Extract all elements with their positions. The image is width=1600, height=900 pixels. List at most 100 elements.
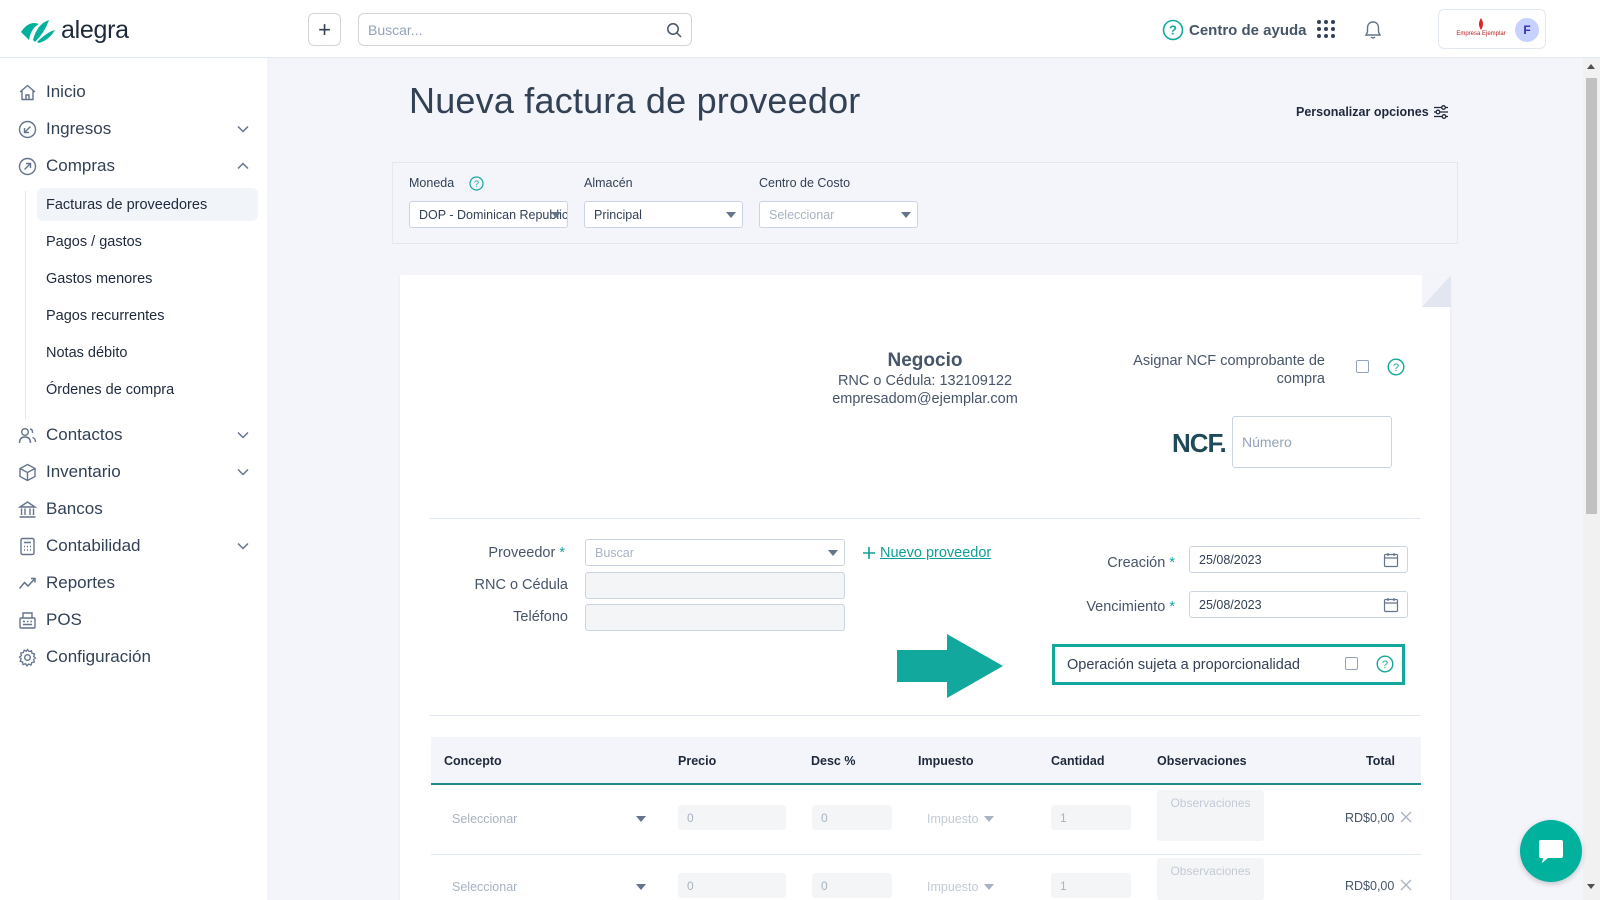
sidebar-item-pos[interactable]: POS <box>18 607 250 633</box>
business-email: empresadom@ejemplar.com <box>832 391 1018 407</box>
accounting-icon <box>20 537 35 555</box>
column-header-cantidad: Cantidad <box>1051 754 1105 768</box>
submenu-guide-line <box>25 191 26 419</box>
sidebar-item-label: Inicio <box>46 82 86 101</box>
row-price-input[interactable]: 0 <box>678 873 786 898</box>
row-divider <box>431 854 1421 855</box>
sidebar-item-contabilidad[interactable]: Contabilidad <box>18 533 250 559</box>
chevron-down-icon[interactable] <box>236 539 250 553</box>
row-tax-select[interactable]: Impuesto <box>927 812 978 826</box>
warehouse-label: Almacén <box>584 176 633 190</box>
caret-down-icon[interactable] <box>636 884 646 890</box>
sidebar-subitem-pagos-gastos[interactable]: Pagos / gastos <box>37 225 258 258</box>
customize-options-label: Personalizar opciones <box>1296 105 1429 119</box>
svg-text:?: ? <box>1382 659 1388 671</box>
help-circle-icon[interactable]: ? <box>469 176 484 191</box>
quick-add-button[interactable]: + <box>308 13 341 46</box>
row-concept-select[interactable]: Seleccionar <box>452 880 517 894</box>
sidebar-subitem-gastos-menores[interactable]: Gastos menores <box>37 262 258 295</box>
sidebar-item-configuracion[interactable]: Configuración <box>18 644 250 670</box>
warehouse-select[interactable]: Principal <box>584 201 743 228</box>
row-discount-input[interactable]: 0 <box>812 805 892 830</box>
scroll-up-arrow-icon[interactable] <box>1587 64 1595 69</box>
close-icon[interactable] <box>1400 811 1412 823</box>
sidebar-item-compras[interactable]: Compras <box>18 153 250 179</box>
search-icon[interactable] <box>666 22 682 38</box>
provider-label: Proveedor * <box>480 545 565 561</box>
sidebar-item-label: Configuración <box>46 647 151 666</box>
row-quantity-input[interactable]: 1 <box>1051 805 1131 830</box>
cost-center-select[interactable]: Seleccionar <box>759 201 918 228</box>
required-mark: * <box>559 545 565 561</box>
apps-grid-icon[interactable] <box>1316 19 1336 39</box>
brand-name: alegra <box>61 16 129 44</box>
vertical-scrollbar[interactable] <box>1583 58 1600 900</box>
cost-center-label: Centro de Costo <box>759 176 851 190</box>
caret-down-icon[interactable] <box>636 816 646 822</box>
chevron-up-icon[interactable] <box>236 159 250 173</box>
chevron-down-icon[interactable] <box>236 428 250 442</box>
due-date-input[interactable]: 25/08/2023 <box>1189 591 1408 618</box>
assign-ncf-checkbox[interactable] <box>1356 360 1369 373</box>
new-provider-label: Nuevo proveedor <box>880 545 992 561</box>
sidebar-subitem-pagos-recurrentes[interactable]: Pagos recurrentes <box>37 299 258 332</box>
new-provider-link[interactable]: Nuevo proveedor <box>862 545 991 561</box>
created-date-input[interactable]: 25/08/2023 <box>1189 546 1408 573</box>
company-switcher[interactable]: Empresa Ejemplar F <box>1438 9 1546 49</box>
provider-select[interactable]: Buscar <box>585 539 845 566</box>
sidebar-subitem-ordenes-compra[interactable]: Órdenes de compra <box>37 373 258 406</box>
created-date-value: 25/08/2023 <box>1199 552 1262 567</box>
sidebar-subitem-notas-debito[interactable]: Notas débito <box>37 336 258 369</box>
calendar-icon[interactable] <box>1383 597 1399 613</box>
sidebar-subitem-facturas-proveedores[interactable]: Facturas de proveedores <box>37 188 258 221</box>
help-circle-icon[interactable]: ? <box>1376 655 1394 673</box>
rnc-input[interactable] <box>585 572 845 599</box>
sidebar-item-reportes[interactable]: Reportes <box>18 570 250 596</box>
customize-options-button[interactable]: Personalizar opciones <box>1296 104 1449 120</box>
help-circle-icon: ? <box>1162 19 1184 41</box>
sidebar-item-contactos[interactable]: Contactos <box>18 422 250 448</box>
scroll-down-arrow-icon[interactable] <box>1587 884 1595 889</box>
caret-down-icon <box>551 212 561 218</box>
assign-ncf-label: Asignar NCF comprobante de compra <box>1133 353 1325 387</box>
phone-input[interactable] <box>585 604 845 631</box>
required-mark: * <box>1169 555 1175 571</box>
help-center-link[interactable]: ? Centro de ayuda <box>1162 19 1307 41</box>
rnc-label: RNC o Cédula <box>474 577 569 593</box>
scrollbar-thumb[interactable] <box>1586 78 1597 514</box>
row-tax-select[interactable]: Impuesto <box>927 880 978 894</box>
alegra-logo[interactable]: alegra <box>19 16 129 45</box>
row-price-input[interactable]: 0 <box>678 805 786 830</box>
calendar-icon[interactable] <box>1383 552 1399 568</box>
caret-down-icon[interactable] <box>984 884 994 890</box>
row-notes-input[interactable]: Observaciones <box>1157 858 1264 900</box>
column-header-impuesto: Impuesto <box>918 754 974 768</box>
bank-icon <box>18 500 37 518</box>
bell-icon[interactable] <box>1364 20 1382 40</box>
chat-support-button[interactable] <box>1520 820 1582 882</box>
caret-down-icon[interactable] <box>984 816 994 822</box>
sidebar-item-ingresos[interactable]: Ingresos <box>18 116 250 142</box>
proportionality-checkbox[interactable] <box>1345 657 1358 670</box>
svg-text:?: ? <box>474 179 479 189</box>
row-quantity-input[interactable]: 1 <box>1051 873 1131 898</box>
search-input[interactable] <box>359 14 639 45</box>
currency-select[interactable]: DOP - Dominican Republic <box>409 201 568 228</box>
sidebar-item-inventario[interactable]: Inventario <box>18 459 250 485</box>
provider-select-value: Buscar <box>595 545 634 560</box>
chevron-down-icon[interactable] <box>236 122 250 136</box>
close-icon[interactable] <box>1400 879 1412 891</box>
created-date-label-text: Creación <box>1107 555 1166 571</box>
help-circle-icon[interactable]: ? <box>1387 358 1405 376</box>
sidebar-item-bancos[interactable]: Bancos <box>18 496 250 522</box>
search-box[interactable] <box>358 13 692 46</box>
row-concept-select[interactable]: Seleccionar <box>452 812 517 826</box>
chevron-down-icon[interactable] <box>236 465 250 479</box>
row-notes-input[interactable]: Observaciones <box>1157 790 1264 841</box>
ncf-number-input[interactable] <box>1232 416 1392 468</box>
svg-text:?: ? <box>1393 362 1399 374</box>
sidebar-item-label: Bancos <box>46 499 103 518</box>
sidebar-item-inicio[interactable]: Inicio <box>18 79 250 105</box>
avatar[interactable]: F <box>1515 18 1539 42</box>
row-discount-input[interactable]: 0 <box>812 873 892 898</box>
